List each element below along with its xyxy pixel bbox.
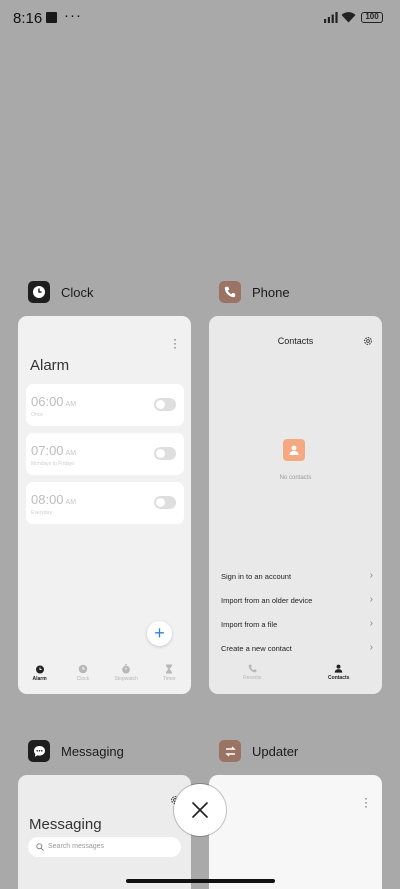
status-time: 8:16 <box>13 10 43 27</box>
alarm-time: 08:00 AM <box>31 492 76 507</box>
alarm-time: 07:00 AM <box>31 443 76 458</box>
app-name: Messaging <box>61 743 124 759</box>
search-placeholder: Search messages <box>48 843 105 850</box>
bottom-nav: Alarm Clock Stopwatch Timer <box>18 664 191 694</box>
contact-placeholder-icon <box>283 439 305 461</box>
nav-label: Timer <box>163 676 176 682</box>
alarm-toggle <box>154 398 176 411</box>
screen-title: Contacts <box>277 336 314 346</box>
clear-all-button[interactable] <box>174 784 226 836</box>
hourglass-icon <box>166 664 173 674</box>
search-icon <box>36 843 44 851</box>
option-label: Import from a file <box>221 620 278 629</box>
nav-item-alarm: Alarm <box>18 664 61 694</box>
chevron-right-icon: › <box>369 642 373 653</box>
close-icon <box>192 802 208 818</box>
alarm-time-value: 06:00 <box>31 394 64 409</box>
alarm-repeat: Mondays to Fridays <box>31 461 75 467</box>
alarm-repeat: Once <box>31 412 43 418</box>
bottom-nav: Recents Contacts <box>209 664 382 694</box>
updater-icon <box>219 740 241 762</box>
home-indicator[interactable] <box>126 879 275 883</box>
alarm-repeat: Everyday <box>31 510 52 516</box>
alarm-row: 08:00 AM Everyday <box>26 482 184 524</box>
option-row: Create a new contact › <box>221 642 373 658</box>
alarm-toggle <box>154 496 176 509</box>
chevron-right-icon: › <box>369 570 373 581</box>
alarm-time-value: 07:00 <box>31 443 64 458</box>
signal-icon <box>324 12 338 23</box>
add-alarm-button: + <box>147 621 172 646</box>
nav-label: Stopwatch <box>114 676 138 682</box>
chevron-right-icon: › <box>369 618 373 629</box>
more-options-icon: · · · <box>364 791 368 813</box>
nav-item-contacts: Contacts <box>296 664 383 694</box>
nav-label: Contacts <box>328 675 350 681</box>
more-options-icon: · · · <box>173 332 177 354</box>
app-header-updater[interactable]: Updater <box>219 740 298 762</box>
phone-icon <box>219 281 241 303</box>
phone-recents-icon <box>248 664 257 673</box>
app-name: Updater <box>252 743 299 759</box>
nav-item-timer: Timer <box>148 664 191 694</box>
nav-label: Clock <box>76 676 90 682</box>
more-notifications-icon: ··· <box>64 7 82 24</box>
option-row: Import from an older device › <box>221 594 373 610</box>
screen-title: Messaging <box>29 816 102 833</box>
wifi-icon <box>341 12 356 23</box>
app-header-phone[interactable]: Phone <box>219 281 290 303</box>
message-icon <box>28 740 50 762</box>
clock-icon <box>28 281 50 303</box>
screen-title: Alarm <box>30 357 70 374</box>
app-card-phone[interactable]: Contacts No contacts Sign in to an accou… <box>209 316 382 694</box>
alarm-row: 06:00 AM Once <box>26 384 184 426</box>
nav-label: Recents <box>243 675 262 681</box>
nav-label: Alarm <box>32 676 47 682</box>
app-name: Clock <box>61 284 94 300</box>
empty-state-text: No contacts <box>279 475 312 481</box>
search-messages-field: Search messages <box>28 837 181 857</box>
app-card-messaging[interactable]: Messaging Search messages <box>18 775 191 889</box>
nav-item-recents: Recents <box>209 664 296 694</box>
notification-app-icon <box>46 12 57 23</box>
app-card-updater[interactable]: · · · <box>209 775 382 889</box>
option-label: Import from an older device <box>221 596 313 605</box>
option-row: Import from a file › <box>221 618 373 634</box>
alarm-icon <box>35 665 44 674</box>
alarm-toggle <box>154 447 176 460</box>
option-label: Sign in to an account <box>221 572 292 581</box>
battery-icon: 100 <box>361 12 383 23</box>
status-bar: 8:16 ··· 100 <box>0 0 400 36</box>
clock-face-icon <box>78 664 88 674</box>
gear-icon <box>364 337 372 345</box>
alarm-ampm: AM <box>65 450 77 457</box>
app-card-clock[interactable]: · · · Alarm 06:00 AM Once 07:00 AM Mondays t… <box>18 316 191 694</box>
app-header-clock[interactable]: Clock <box>28 281 94 303</box>
alarm-time: 06:00 AM <box>31 394 76 409</box>
alarm-row: 07:00 AM Mondays to Fridays <box>26 433 184 475</box>
alarm-ampm: AM <box>65 499 77 506</box>
chevron-right-icon: › <box>369 594 373 605</box>
option-label: Create a new contact <box>221 644 292 653</box>
app-header-messaging[interactable]: Messaging <box>28 740 124 762</box>
nav-item-stopwatch: Stopwatch <box>105 664 148 694</box>
person-icon <box>335 664 343 673</box>
app-name: Phone <box>252 284 290 300</box>
nav-item-clock: Clock <box>61 664 104 694</box>
stopwatch-icon <box>122 664 131 674</box>
alarm-time-value: 08:00 <box>31 492 64 507</box>
alarm-ampm: AM <box>65 401 77 408</box>
option-row: Sign in to an account › <box>221 570 373 586</box>
